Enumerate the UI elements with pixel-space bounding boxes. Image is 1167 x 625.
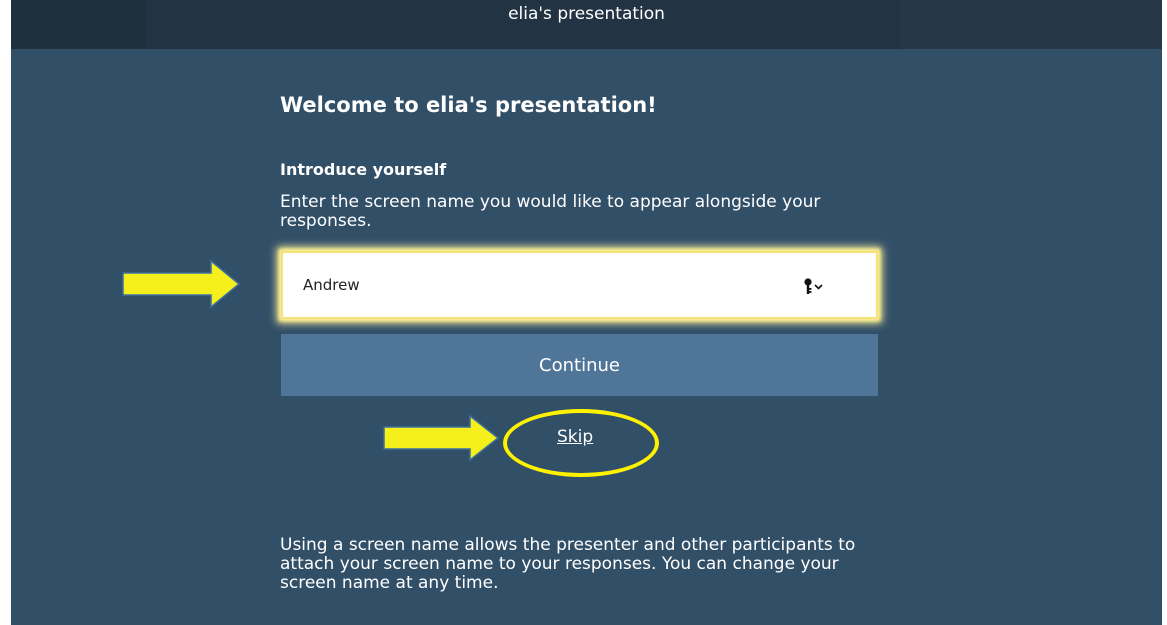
continue-button-label: Continue: [539, 354, 620, 376]
arrow-annotation-input: [122, 259, 241, 309]
continue-button[interactable]: Continue: [281, 334, 878, 396]
introduce-heading: Introduce yourself: [280, 160, 447, 179]
screen-name-field-container: [281, 251, 878, 319]
skip-link[interactable]: Skip: [557, 427, 593, 447]
header-bar: elia's presentation: [11, 0, 1162, 49]
screen-name-input[interactable]: [303, 270, 783, 300]
instructions-text: Enter the screen name you would like to …: [280, 192, 821, 231]
screen-name-info-text: Using a screen name allows the presenter…: [280, 535, 856, 593]
welcome-heading: Welcome to elia's presentation!: [280, 93, 657, 117]
app-window: elia's presentation Welcome to elia's pr…: [11, 0, 1162, 625]
presentation-title: elia's presentation: [508, 4, 665, 24]
arrow-annotation-skip: [383, 414, 500, 462]
key-icon[interactable]: [802, 277, 828, 297]
